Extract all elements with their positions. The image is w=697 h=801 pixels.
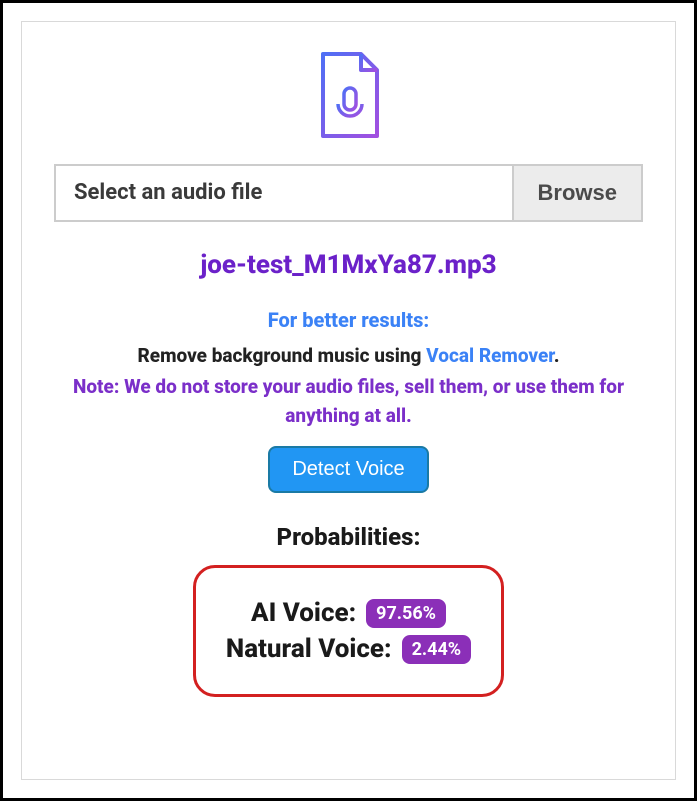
probabilities-title: Probabilities: — [54, 523, 643, 551]
ai-voice-badge: 97.56% — [366, 599, 446, 628]
app-frame: Select an audio file Browse joe-test_M1M… — [0, 0, 697, 801]
note-body: We do not store your audio files, sell t… — [124, 375, 624, 427]
results-box: AI Voice: 97.56% Natural Voice: 2.44% — [193, 565, 504, 697]
upload-card: Select an audio file Browse joe-test_M1M… — [21, 21, 676, 780]
file-input[interactable]: Select an audio file — [56, 166, 512, 220]
file-audio-icon — [54, 50, 643, 142]
hint-line: Remove background music using Vocal Remo… — [54, 344, 643, 367]
browse-button[interactable]: Browse — [512, 166, 641, 220]
ai-voice-label: AI Voice: — [251, 598, 356, 628]
detect-voice-button[interactable]: Detect Voice — [268, 446, 428, 493]
natural-voice-row: Natural Voice: 2.44% — [226, 634, 471, 664]
hint-suffix: . — [554, 344, 560, 367]
hint-title: For better results: — [54, 308, 643, 332]
natural-voice-label: Natural Voice: — [226, 634, 392, 664]
ai-voice-row: AI Voice: 97.56% — [226, 598, 471, 628]
note-prefix: Note: — [73, 375, 124, 398]
natural-voice-badge: 2.44% — [402, 635, 472, 664]
file-input-group: Select an audio file Browse — [54, 164, 643, 222]
selected-filename: joe-test_M1MxYa87.mp3 — [54, 250, 643, 280]
vocal-remover-link[interactable]: Vocal Remover — [426, 344, 554, 367]
hint-text: Remove background music using — [138, 344, 427, 367]
privacy-note: Note: We do not store your audio files, … — [54, 373, 643, 430]
